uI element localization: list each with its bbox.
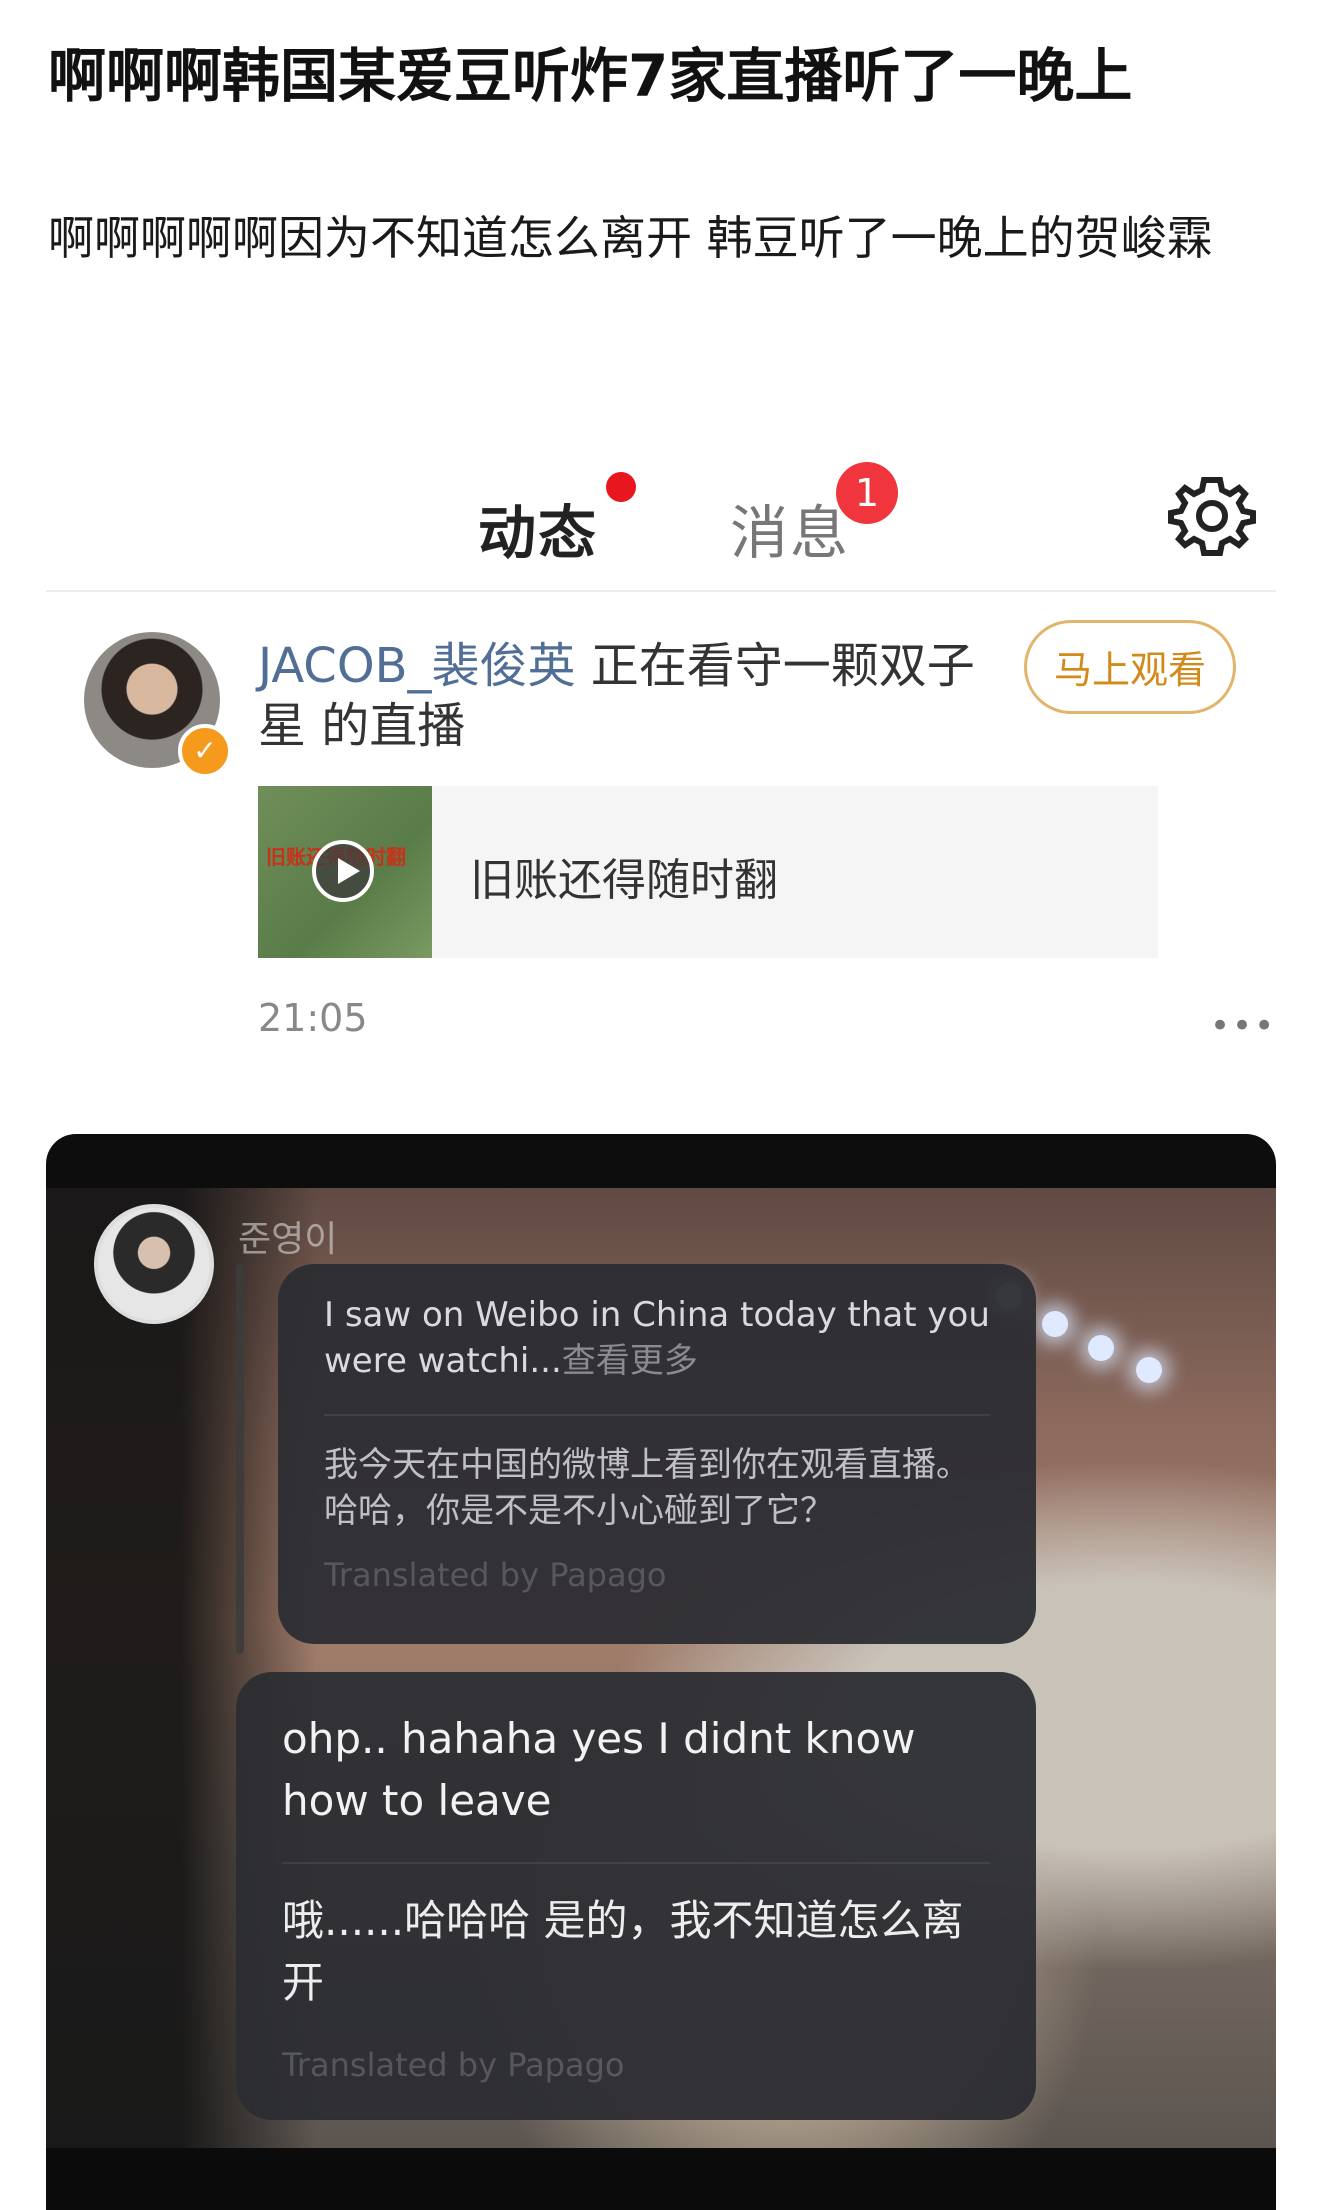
chat-screenshot: 준영이 I saw on Weibo in China today that y…	[46, 1134, 1276, 2210]
tab-dynamics[interactable]: 动态	[478, 486, 598, 570]
sender-name: 준영이	[238, 1219, 338, 1260]
more-options-icon[interactable]: •••	[1210, 1006, 1276, 1046]
divider	[324, 1414, 990, 1416]
messages-badge: 1	[836, 462, 898, 524]
media-card[interactable]: 旧账还得随时翻 旧账还得随时翻	[258, 786, 1158, 958]
reply-thread-line	[236, 1264, 244, 1654]
divider	[282, 1862, 990, 1864]
reply-original: ohp.. hahaha yes I didnt know how to lea…	[282, 1714, 916, 1825]
translation-credit: Translated by Papago	[324, 1556, 667, 1594]
play-icon[interactable]	[312, 840, 374, 902]
media-title: 旧账还得随时翻	[470, 855, 778, 906]
message-bubble[interactable]: I saw on Weibo in China today that you w…	[278, 1264, 1036, 1644]
feed-item-text: JACOB_裴俊英 正在看守一颗双子星 的直播	[258, 636, 978, 756]
reply-bubble[interactable]: ohp.. hahaha yes I didnt know how to lea…	[236, 1672, 1036, 2120]
timestamp: 21:05	[258, 996, 368, 1040]
verified-icon: ✓	[178, 724, 232, 778]
gear-icon[interactable]	[1168, 472, 1256, 560]
watch-now-button[interactable]: 马上观看	[1024, 620, 1236, 714]
message-original: I saw on Weibo in China today that you w…	[324, 1292, 990, 1384]
tab-messages[interactable]: 消息	[730, 486, 850, 570]
translation-credit: Translated by Papago	[282, 2046, 625, 2084]
gear-icon-svg	[1168, 477, 1256, 556]
tab-bar: 动态 消息 1	[46, 450, 1276, 592]
see-more-link[interactable]: 查看更多	[562, 1341, 698, 1381]
feed-username[interactable]: JACOB_裴俊英	[258, 638, 576, 694]
post-title: 啊啊啊韩国某爱豆听炸7家直播听了一晚上	[48, 42, 1133, 110]
weibo-card: 动态 消息 1 ✓ JACOB_裴俊英 正在看守一颗双子星 的直播 马上观看 旧…	[46, 450, 1276, 1060]
sender-avatar[interactable]	[94, 1204, 214, 1324]
post-body: 啊啊啊啊啊因为不知道怎么离开 韩豆听了一晚上的贺峻霖	[48, 211, 1213, 265]
video-thumbnail[interactable]: 旧账还得随时翻	[258, 786, 432, 958]
message-translation: 我今天在中国的微博上看到你在观看直播。 哈哈，你是不是不小心碰到了它？	[324, 1445, 970, 1531]
bottom-bar	[46, 2148, 1276, 2210]
reply-translation: 哦......哈哈哈 是的，我不知道怎么离开	[282, 1896, 964, 2007]
unread-dot	[606, 472, 636, 502]
